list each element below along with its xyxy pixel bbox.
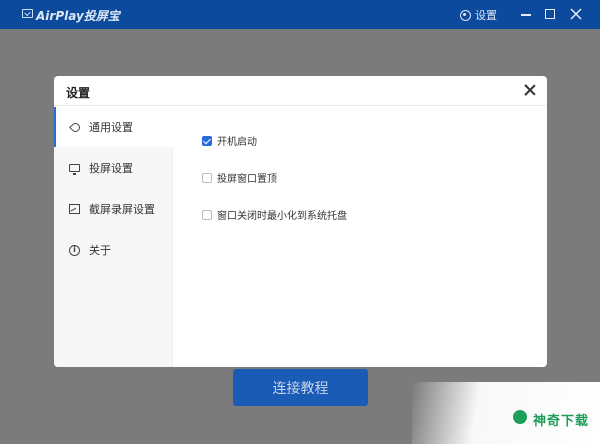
screenshot-icon bbox=[69, 204, 80, 214]
settings-content: 开机启动 投屏窗口置顶 窗口关闭时最小化到系统托盘 bbox=[174, 107, 547, 367]
title-bar: AirPlay投屏宝 设置 bbox=[0, 0, 600, 29]
connect-tutorial-button[interactable]: 连接教程 bbox=[233, 369, 368, 406]
info-icon: i bbox=[69, 244, 80, 256]
watermark-logo-icon bbox=[513, 410, 527, 424]
sidebar-item-cast[interactable]: 投屏设置 bbox=[54, 148, 173, 188]
titlebar-settings-label: 设置 bbox=[475, 9, 497, 22]
sidebar-item-label: 通用设置 bbox=[89, 121, 133, 134]
option-label: 窗口关闭时最小化到系统托盘 bbox=[217, 211, 347, 222]
maximize-icon bbox=[545, 9, 555, 19]
option-autostart[interactable]: 开机启动 bbox=[202, 133, 257, 148]
sidebar-item-general[interactable]: 通用设置 bbox=[54, 107, 173, 147]
dialog-title: 设置 bbox=[66, 86, 91, 100]
option-label: 投屏窗口置顶 bbox=[217, 174, 277, 185]
sidebar-item-about[interactable]: i 关于 bbox=[54, 230, 173, 270]
sidebar-item-capture[interactable]: 截屏录屏设置 bbox=[54, 189, 173, 229]
option-minimize-to-tray[interactable]: 窗口关闭时最小化到系统托盘 bbox=[202, 207, 347, 222]
sidebar-item-label: 投屏设置 bbox=[89, 162, 133, 175]
dialog-close-icon[interactable] bbox=[523, 83, 537, 97]
monitor-icon bbox=[69, 164, 80, 175]
app-logo-icon bbox=[22, 9, 33, 18]
minimize-icon bbox=[521, 14, 531, 16]
settings-sidebar: 通用设置 投屏设置 截屏录屏设置 i 关于 bbox=[54, 107, 173, 367]
app-title: AirPlay投屏宝 bbox=[36, 9, 120, 23]
maximize-button[interactable] bbox=[540, 4, 560, 24]
sidebar-item-label: 关于 bbox=[89, 244, 111, 257]
gear-icon bbox=[460, 9, 471, 21]
sidebar-item-label: 截屏录屏设置 bbox=[89, 203, 155, 216]
dialog-header: 设置 bbox=[54, 76, 547, 106]
titlebar-settings-button[interactable]: 设置 bbox=[460, 7, 497, 23]
option-label: 开机启动 bbox=[217, 137, 257, 148]
autostart-checkbox[interactable] bbox=[202, 135, 212, 146]
option-always-on-top[interactable]: 投屏窗口置顶 bbox=[202, 170, 277, 185]
watermark-text: 神奇下载 bbox=[533, 414, 590, 429]
minimize-button[interactable] bbox=[516, 4, 536, 24]
close-window-button[interactable] bbox=[566, 4, 586, 24]
always-on-top-checkbox[interactable] bbox=[202, 172, 212, 183]
minimize-to-tray-checkbox[interactable] bbox=[202, 209, 212, 220]
close-icon bbox=[570, 8, 582, 20]
settings-dialog: 设置 通用设置 投屏设置 截屏录屏设置 i 关于 开机启动 投屏窗口置顶 窗口关… bbox=[54, 76, 547, 367]
wrench-icon bbox=[69, 120, 82, 134]
